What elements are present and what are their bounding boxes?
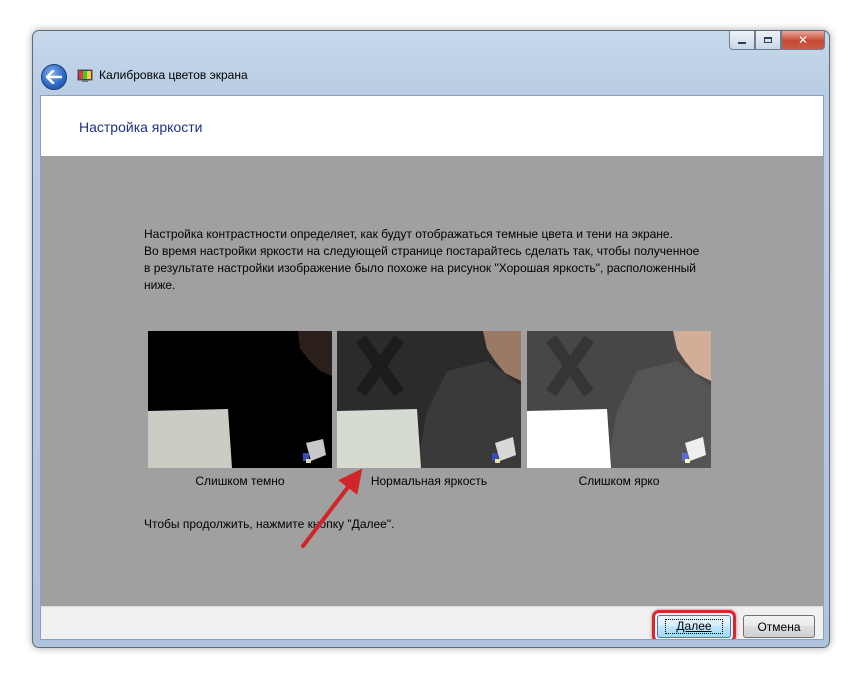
brightness-samples: Слишком темно Нормальная яркость Слишком… (148, 331, 711, 488)
back-button[interactable] (41, 64, 67, 90)
maximize-icon (764, 37, 772, 43)
description-paragraph-2: Во время настройки яркости на следующей … (144, 244, 700, 292)
wizard-header: Настройка яркости (41, 96, 823, 156)
window-title: Калибровка цветов экрана (99, 68, 248, 82)
maximize-button[interactable] (755, 31, 781, 50)
wizard-client-area: Настройка яркости Настройка контрастност… (40, 95, 824, 640)
back-arrow-icon (46, 70, 62, 84)
next-button-label: Далее (665, 619, 723, 634)
sample-label-normal: Нормальная яркость (370, 474, 488, 488)
next-button[interactable]: Далее (657, 615, 731, 638)
sample-image-normal (337, 331, 521, 468)
caption-buttons: ✕ (729, 31, 825, 51)
sample-label-too-bright: Слишком ярко (578, 474, 660, 488)
calibration-window: ✕ Калибровка цветов экрана Настройка ярк… (32, 30, 830, 648)
minimize-icon (738, 42, 746, 44)
page-title: Настройка яркости (79, 119, 203, 135)
close-button[interactable]: ✕ (781, 31, 825, 50)
description: Настройка контрастности определяет, как … (144, 226, 704, 294)
description-paragraph-1: Настройка контрастности определяет, как … (144, 227, 673, 241)
monitor-color-icon (77, 69, 93, 82)
close-icon: ✕ (797, 33, 809, 47)
continue-instruction: Чтобы продолжить, нажмите кнопку "Далее"… (144, 517, 395, 531)
cancel-button[interactable]: Отмена (743, 615, 815, 638)
sample-image-too-bright (527, 331, 711, 468)
minimize-button[interactable] (729, 31, 755, 50)
sample-label-too-dark: Слишком темно (195, 474, 285, 488)
wizard-content: Настройка контрастности определяет, как … (41, 156, 823, 606)
sample-image-too-dark (148, 331, 332, 468)
wizard-footer: Далее Отмена (41, 606, 823, 639)
